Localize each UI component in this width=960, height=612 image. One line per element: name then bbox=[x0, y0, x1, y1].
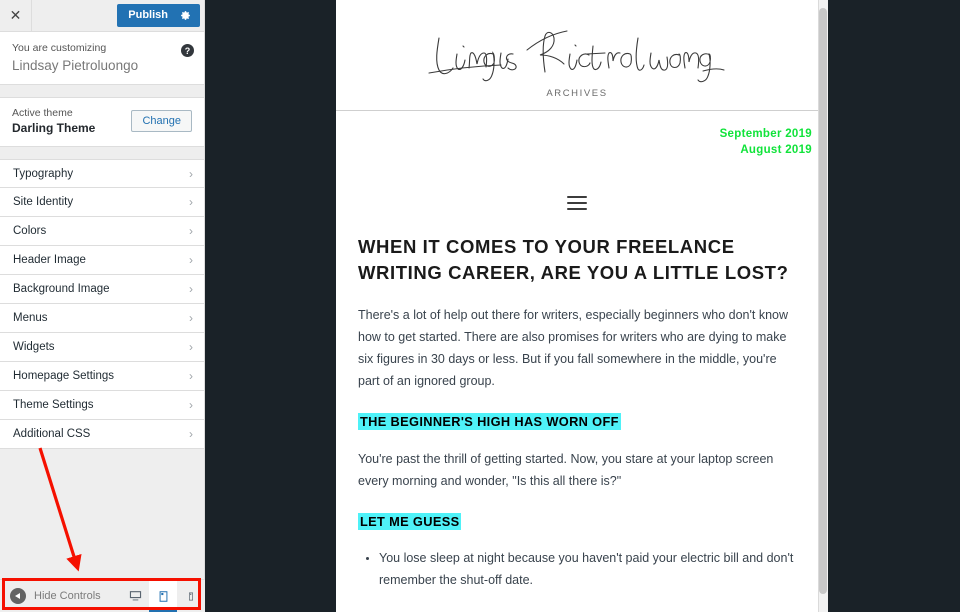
device-mobile-button[interactable] bbox=[177, 580, 205, 612]
customizer-screen: ARCHIVES September 2019 August 2019 WHEN… bbox=[0, 0, 960, 612]
collapse-arrow-icon[interactable] bbox=[10, 588, 26, 604]
panel-label: Site Identity bbox=[13, 196, 74, 208]
hamburger-icon[interactable] bbox=[567, 196, 587, 210]
post-subheading-2: LET ME GUESS bbox=[358, 513, 462, 531]
post-subheading-1: THE BEGINNER'S HIGH HAS WORN OFF bbox=[358, 413, 621, 431]
desktop-icon bbox=[129, 591, 141, 601]
chevron-right-icon: › bbox=[189, 166, 193, 181]
customizing-info: You are customizing Lindsay Pietroluongo… bbox=[0, 32, 204, 85]
post-title: WHEN IT COMES TO YOUR FREELANCE WRITING … bbox=[358, 236, 789, 284]
hamburger-bar bbox=[567, 202, 587, 204]
sidebar-item-background-image[interactable]: Background Image › bbox=[0, 275, 204, 304]
post-body: WHEN IT COMES TO YOUR FREELANCE WRITING … bbox=[336, 210, 818, 612]
sidebar-item-colors[interactable]: Colors › bbox=[0, 217, 204, 246]
post-paragraph-1: There's a lot of help out there for writ… bbox=[358, 307, 788, 388]
hide-controls-button[interactable]: Hide Controls bbox=[0, 580, 121, 612]
header-spacer bbox=[32, 0, 118, 31]
chevron-right-icon: › bbox=[189, 253, 193, 267]
sidebar-gap bbox=[0, 85, 204, 97]
close-icon[interactable]: ✕ bbox=[0, 0, 32, 31]
panel-label: Homepage Settings bbox=[13, 370, 115, 382]
site-nav-archives[interactable]: ARCHIVES bbox=[336, 88, 818, 111]
gear-icon[interactable] bbox=[180, 10, 191, 21]
panel-label: Additional CSS bbox=[13, 428, 91, 440]
active-theme-row: Active theme Darling Theme Change bbox=[0, 97, 204, 147]
post-bullet-list: You lose sleep at night because you have… bbox=[358, 547, 796, 612]
chevron-right-icon: › bbox=[189, 340, 193, 354]
preview-scrollbar-thumb[interactable] bbox=[819, 8, 827, 594]
panel-label: Background Image bbox=[13, 283, 110, 295]
chevron-right-icon: › bbox=[189, 398, 193, 412]
chevron-right-icon: › bbox=[189, 224, 193, 238]
device-desktop-button[interactable] bbox=[121, 580, 149, 612]
sidebar-item-menus[interactable]: Menus › bbox=[0, 304, 204, 333]
hamburger-bar bbox=[567, 196, 587, 198]
active-theme-name: Darling Theme bbox=[12, 121, 96, 135]
change-theme-button[interactable]: Change bbox=[131, 110, 192, 132]
mobile-icon bbox=[189, 592, 193, 600]
panel-label: Colors bbox=[13, 225, 47, 237]
sidebar-gap-2 bbox=[0, 147, 204, 159]
archive-link-august[interactable]: August 2019 bbox=[336, 144, 812, 156]
customizing-site-title: Lindsay Pietroluongo bbox=[12, 58, 139, 73]
panel-label: Typography bbox=[13, 167, 74, 180]
chevron-right-icon: › bbox=[189, 195, 193, 209]
customizing-label: You are customizing bbox=[12, 42, 107, 54]
active-theme-label: Active theme bbox=[12, 107, 73, 119]
customizer-sidebar: ✕ Publish You are customizing Lindsay Pi… bbox=[0, 0, 205, 612]
active-theme-info: Active theme Darling Theme bbox=[12, 107, 95, 135]
site-preview-frame: ARCHIVES September 2019 August 2019 WHEN… bbox=[336, 0, 818, 612]
panel-label: Header Image bbox=[13, 254, 86, 266]
archive-links: September 2019 August 2019 bbox=[336, 111, 818, 156]
list-item: You lose sleep at night because you have… bbox=[379, 547, 796, 591]
chevron-right-icon: › bbox=[189, 369, 193, 383]
chevron-right-icon: › bbox=[189, 311, 193, 325]
publish-button-label: Publish bbox=[128, 9, 168, 21]
sidebar-item-widgets[interactable]: Widgets › bbox=[0, 333, 204, 362]
chevron-right-icon: › bbox=[189, 282, 193, 296]
device-tablet-button[interactable] bbox=[149, 580, 177, 612]
customizer-footer-bar: Hide Controls bbox=[0, 579, 205, 612]
panel-label: Theme Settings bbox=[13, 399, 94, 411]
sidebar-item-homepage-settings[interactable]: Homepage Settings › bbox=[0, 362, 204, 391]
customizer-header: ✕ Publish bbox=[0, 0, 204, 32]
archive-link-september[interactable]: September 2019 bbox=[336, 128, 812, 140]
chevron-right-icon: › bbox=[189, 427, 193, 441]
sidebar-item-site-identity[interactable]: Site Identity › bbox=[0, 188, 204, 217]
device-preview-buttons bbox=[121, 580, 205, 612]
list-item: You want to scream at the clients who ar… bbox=[379, 608, 796, 612]
publish-button[interactable]: Publish bbox=[117, 4, 200, 27]
site-logo bbox=[336, 0, 818, 88]
panel-label: Widgets bbox=[13, 341, 55, 353]
sidebar-item-additional-css[interactable]: Additional CSS › bbox=[0, 420, 204, 449]
post-paragraph-2: You're past the thrill of getting starte… bbox=[358, 452, 774, 489]
help-icon[interactable]: ? bbox=[181, 44, 194, 57]
sidebar-item-theme-settings[interactable]: Theme Settings › bbox=[0, 391, 204, 420]
hide-controls-label: Hide Controls bbox=[34, 590, 101, 602]
logo-script-svg bbox=[428, 30, 725, 83]
sidebar-item-typography[interactable]: Typography › bbox=[0, 159, 204, 188]
tablet-icon bbox=[159, 590, 167, 602]
customizer-panel-list: Typography › Site Identity › Colors › He… bbox=[0, 159, 204, 449]
sidebar-item-header-image[interactable]: Header Image › bbox=[0, 246, 204, 275]
publish-area: Publish bbox=[117, 0, 204, 31]
panel-label: Menus bbox=[13, 312, 48, 324]
